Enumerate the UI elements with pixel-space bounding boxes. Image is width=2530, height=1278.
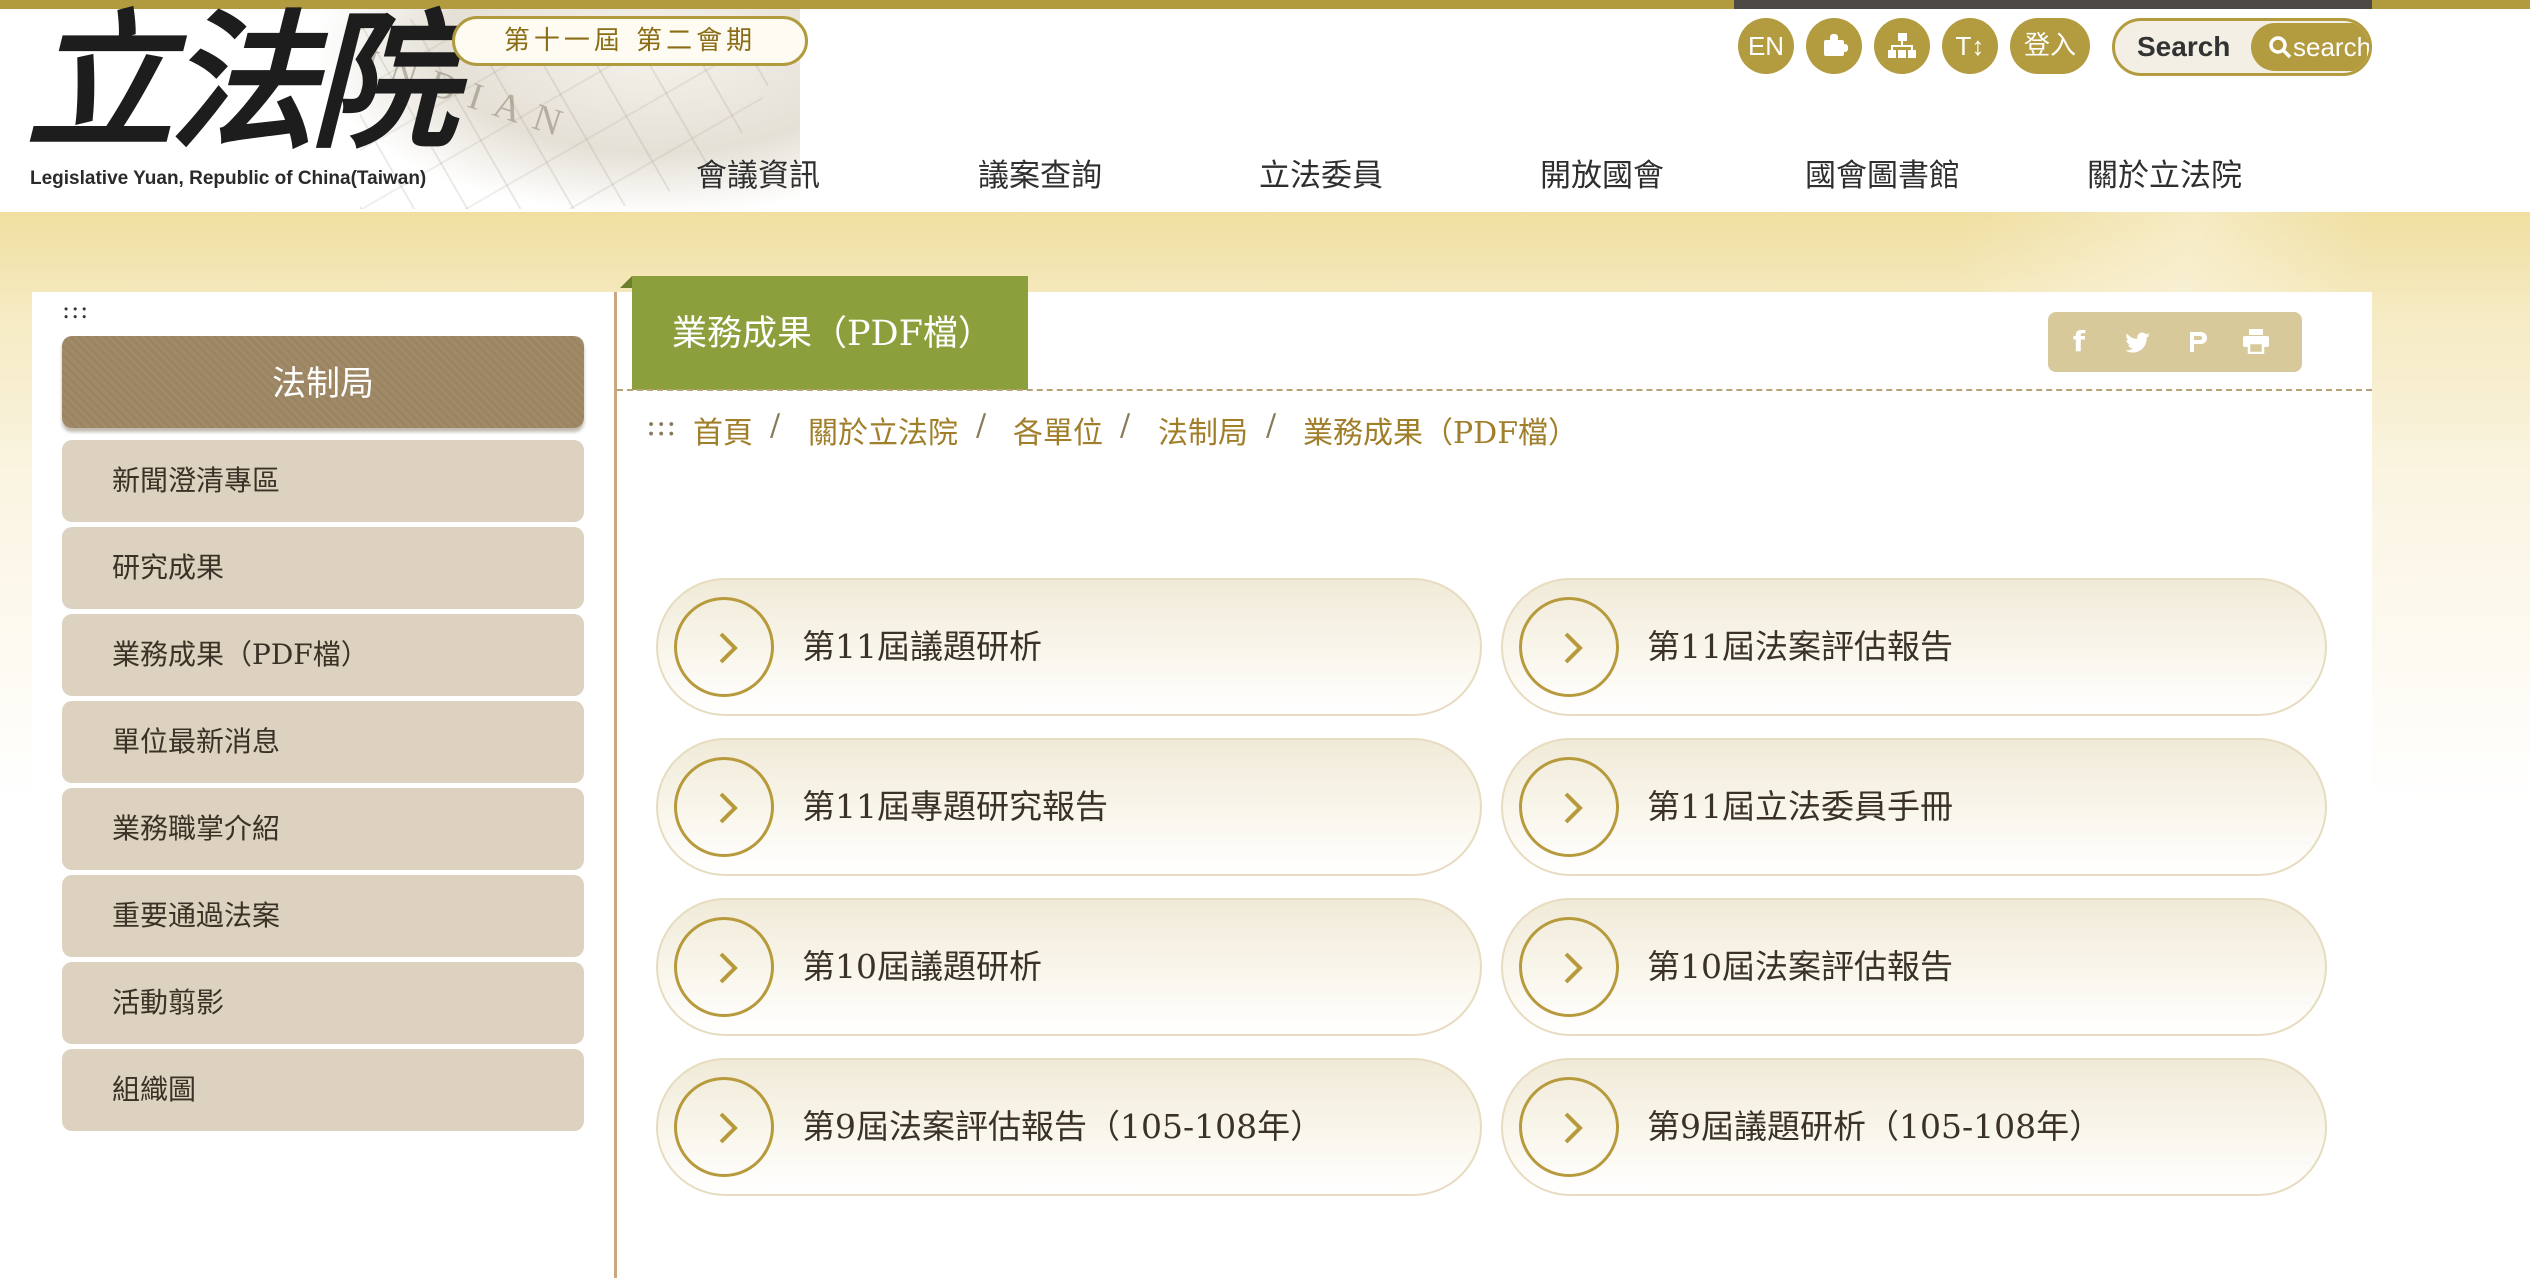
chevron-right-icon bbox=[1519, 1077, 1619, 1177]
login-button[interactable]: 登入 bbox=[2010, 18, 2090, 74]
link-card-9-issue-analysis[interactable]: 第9屆議題研析（105-108年） bbox=[1501, 1058, 2327, 1196]
breadcrumb-units[interactable]: 各單位 bbox=[1013, 408, 1103, 452]
nav-item-library[interactable]: 國會圖書館 bbox=[1805, 150, 1960, 195]
chevron-right-icon bbox=[674, 597, 774, 697]
search-box: search bbox=[2112, 18, 2372, 76]
link-card-11-research-report[interactable]: 第11屆專題研究報告 bbox=[656, 738, 1482, 876]
link-card-label: 第9屆法案評估報告（105-108年） bbox=[802, 1107, 1324, 1146]
session-badge: 第十一屆 第二會期 bbox=[452, 16, 808, 66]
breadcrumb-separator: / bbox=[976, 408, 987, 443]
link-card-11-bill-evaluation[interactable]: 第11屆法案評估報告 bbox=[1501, 578, 2327, 716]
link-card-label: 第11屆議題研析 bbox=[802, 627, 1042, 666]
plurk-icon[interactable] bbox=[2172, 312, 2222, 372]
nav-item-legislators[interactable]: 立法委員 bbox=[1259, 150, 1383, 195]
facebook-icon[interactable]: f bbox=[2054, 312, 2104, 372]
sidebar-item-org-chart[interactable]: 組織圖 bbox=[62, 1049, 584, 1131]
sidebar-item-passed-bills[interactable]: 重要通過法案 bbox=[62, 875, 584, 957]
breadcrumb-about[interactable]: 關於立法院 bbox=[808, 408, 958, 452]
font-size-button[interactable]: T↕ bbox=[1942, 18, 1998, 74]
link-card-11-issue-analysis[interactable]: 第11屆議題研析 bbox=[656, 578, 1482, 716]
search-button[interactable]: search bbox=[2251, 23, 2372, 71]
twitter-icon[interactable] bbox=[2113, 312, 2163, 372]
link-card-10-issue-analysis[interactable]: 第10屆議題研析 bbox=[656, 898, 1482, 1036]
site-logo[interactable]: 立法院 bbox=[26, 2, 458, 162]
breadcrumb-current: 業務成果（PDF檔） bbox=[1303, 416, 1579, 451]
print-icon[interactable] bbox=[2231, 312, 2281, 372]
page-title: 業務成果（PDF檔） bbox=[632, 276, 1028, 390]
sidebar-title: 法制局 bbox=[62, 336, 584, 428]
english-button[interactable]: EN bbox=[1738, 18, 1794, 74]
chevron-right-icon bbox=[1519, 757, 1619, 857]
link-card-label: 第9屆議題研析（105-108年） bbox=[1647, 1107, 2103, 1146]
sidebar-item-unit-news[interactable]: 單位最新消息 bbox=[62, 701, 584, 783]
top-accent-bar-dark bbox=[1734, 0, 2372, 9]
back-icon[interactable] bbox=[2290, 312, 2340, 372]
title-divider bbox=[617, 389, 2372, 391]
link-card-11-legislator-handbook[interactable]: 第11屆立法委員手冊 bbox=[1501, 738, 2327, 876]
breadcrumb-separator: / bbox=[770, 408, 781, 443]
page-title-fold bbox=[620, 276, 632, 288]
chevron-right-icon bbox=[1519, 917, 1619, 1017]
link-card-label: 第10屆法案評估報告 bbox=[1647, 947, 1953, 986]
link-card-label: 第11屆立法委員手冊 bbox=[1647, 787, 1953, 826]
sitemap-icon[interactable] bbox=[1874, 18, 1930, 74]
sidebar-item-duties[interactable]: 業務職掌介紹 bbox=[62, 788, 584, 870]
link-card-label: 第10屆議題研析 bbox=[802, 947, 1042, 986]
chevron-right-icon bbox=[1519, 597, 1619, 697]
link-card-label: 第11屆法案評估報告 bbox=[1647, 627, 1953, 666]
nav-item-bills[interactable]: 議案查詢 bbox=[978, 150, 1102, 195]
link-card-10-bill-evaluation[interactable]: 第10屆法案評估報告 bbox=[1501, 898, 2327, 1036]
chevron-right-icon bbox=[674, 757, 774, 857]
chevron-right-icon bbox=[674, 1077, 774, 1177]
breadcrumb-separator: / bbox=[1266, 408, 1277, 443]
chevron-right-icon bbox=[674, 917, 774, 1017]
nav-item-open-congress[interactable]: 開放國會 bbox=[1540, 150, 1664, 195]
puzzle-icon[interactable] bbox=[1806, 18, 1862, 74]
nav-item-about[interactable]: 關於立法院 bbox=[2087, 150, 2242, 195]
breadcrumb-home[interactable]: 首頁 bbox=[693, 408, 753, 452]
search-input[interactable] bbox=[2115, 21, 2255, 73]
site-logo-subtitle: Legislative Yuan, Republic of China(Taiw… bbox=[30, 168, 427, 189]
sidebar-item-news-clarification[interactable]: 新聞澄清專區 bbox=[62, 440, 584, 522]
link-card-9-bill-evaluation[interactable]: 第9屆法案評估報告（105-108年） bbox=[656, 1058, 1482, 1196]
breadcrumb-separator: / bbox=[1120, 408, 1131, 443]
sidebar-item-business-results-pdf[interactable]: 業務成果（PDF檔） bbox=[62, 614, 584, 696]
link-card-label: 第11屆專題研究報告 bbox=[802, 787, 1108, 826]
search-icon bbox=[2269, 36, 2292, 59]
breadcrumb-access-key[interactable]: ::: bbox=[646, 408, 676, 443]
search-button-label: search bbox=[2293, 32, 2372, 62]
sidebar-access-key[interactable]: ::: bbox=[62, 296, 89, 324]
sidebar-item-activity-photos[interactable]: 活動翦影 bbox=[62, 962, 584, 1044]
breadcrumb-legal-bureau[interactable]: 法制局 bbox=[1158, 408, 1248, 452]
nav-item-meetings[interactable]: 會議資訊 bbox=[696, 150, 820, 195]
sidebar-item-research-results[interactable]: 研究成果 bbox=[62, 527, 584, 609]
